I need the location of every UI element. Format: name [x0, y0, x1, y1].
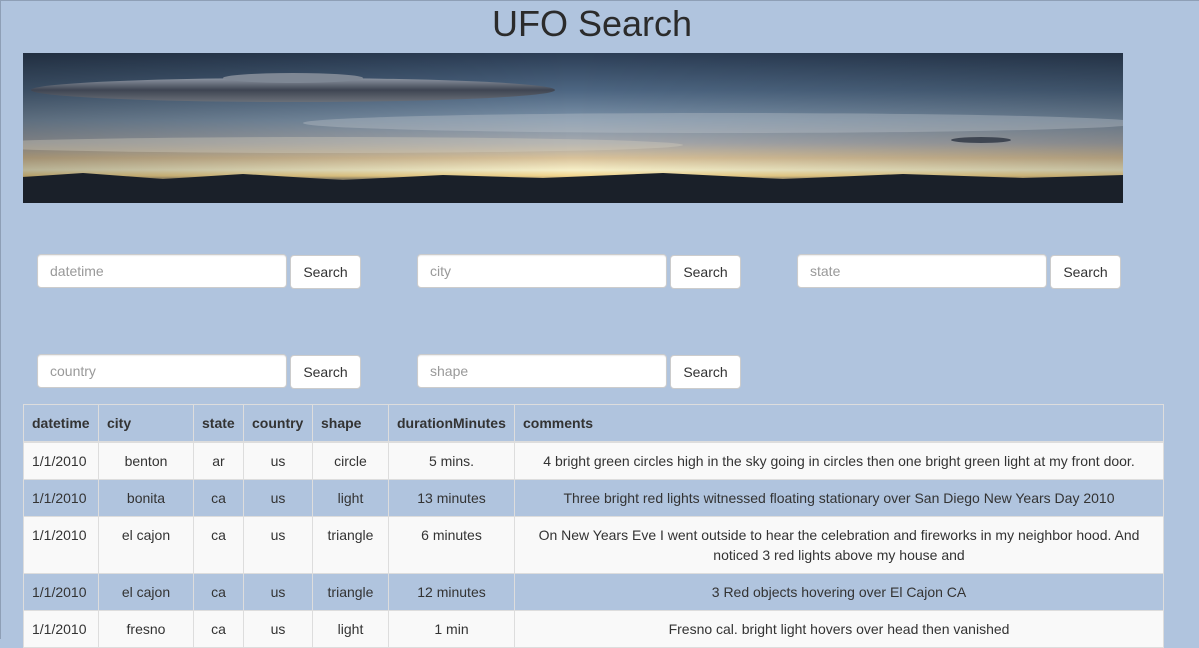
- cell-city: benton: [98, 441, 194, 480]
- column-header-duration: durationMinutes: [388, 404, 515, 443]
- datetime-search-input[interactable]: [37, 254, 287, 288]
- cell-datetime: 1/1/2010: [23, 573, 99, 611]
- cell-city: fresno: [98, 610, 194, 648]
- column-header-shape: shape: [312, 404, 389, 443]
- cell-comments: 3 Red objects hovering over El Cajon CA: [514, 573, 1164, 611]
- cell-datetime: 1/1/2010: [23, 610, 99, 648]
- column-header-state: state: [193, 404, 244, 443]
- table-header-row: datetime city state country shape durati…: [23, 404, 1164, 443]
- cell-city: el cajon: [98, 573, 194, 611]
- table-row: 1/1/2010 el cajon ca us triangle 6 minut…: [23, 516, 1164, 574]
- cell-comments: On New Years Eve I went outside to hear …: [514, 516, 1164, 574]
- cell-country: us: [243, 573, 313, 611]
- column-header-datetime: datetime: [23, 404, 99, 443]
- cell-country: us: [243, 441, 313, 480]
- shape-search-input[interactable]: [417, 354, 667, 388]
- table-row: 1/1/2010 el cajon ca us triangle 12 minu…: [23, 573, 1164, 611]
- cell-datetime: 1/1/2010: [23, 441, 99, 480]
- cell-duration: 1 min: [388, 610, 515, 648]
- cell-state: ar: [193, 441, 244, 480]
- state-search-button[interactable]: Search: [1050, 255, 1121, 289]
- cell-state: ca: [193, 479, 244, 517]
- city-search-button[interactable]: Search: [670, 255, 741, 289]
- cell-city: bonita: [98, 479, 194, 517]
- cell-country: us: [243, 479, 313, 517]
- cell-state: ca: [193, 516, 244, 574]
- cell-comments: 4 bright green circles high in the sky g…: [514, 441, 1164, 480]
- column-header-comments: comments: [514, 404, 1164, 443]
- cell-datetime: 1/1/2010: [23, 516, 99, 574]
- cell-state: ca: [193, 610, 244, 648]
- table-row: 1/1/2010 benton ar us circle 5 mins. 4 b…: [23, 441, 1164, 480]
- country-search-input[interactable]: [37, 354, 287, 388]
- cell-duration: 6 minutes: [388, 516, 515, 574]
- cell-comments: Fresno cal. bright light hovers over hea…: [514, 610, 1164, 648]
- cell-city: el cajon: [98, 516, 194, 574]
- state-search-input[interactable]: [797, 254, 1047, 288]
- cell-duration: 13 minutes: [388, 479, 515, 517]
- cell-state: ca: [193, 573, 244, 611]
- cell-duration: 5 mins.: [388, 441, 515, 480]
- cell-country: us: [243, 610, 313, 648]
- cell-comments: Three bright red lights witnessed floati…: [514, 479, 1164, 517]
- cell-shape: light: [312, 479, 389, 517]
- shape-search-button[interactable]: Search: [670, 355, 741, 389]
- cell-shape: triangle: [312, 516, 389, 574]
- cell-shape: light: [312, 610, 389, 648]
- column-header-city: city: [98, 404, 194, 443]
- ufo-banner-image: [23, 53, 1123, 203]
- country-search-button[interactable]: Search: [290, 355, 361, 389]
- city-search-input[interactable]: [417, 254, 667, 288]
- cell-datetime: 1/1/2010: [23, 479, 99, 517]
- cell-duration: 12 minutes: [388, 573, 515, 611]
- ufo-results-table-container: datetime city state country shape durati…: [23, 404, 1164, 648]
- cell-shape: circle: [312, 441, 389, 480]
- table-row: 1/1/2010 bonita ca us light 13 minutes T…: [23, 479, 1164, 517]
- ufo-results-table: datetime city state country shape durati…: [23, 404, 1164, 648]
- datetime-search-button[interactable]: Search: [290, 255, 361, 289]
- column-header-country: country: [243, 404, 313, 443]
- table-row: 1/1/2010 fresno ca us light 1 min Fresno…: [23, 610, 1164, 648]
- page-title: UFO Search: [491, 3, 693, 44]
- cell-shape: triangle: [312, 573, 389, 611]
- cell-country: us: [243, 516, 313, 574]
